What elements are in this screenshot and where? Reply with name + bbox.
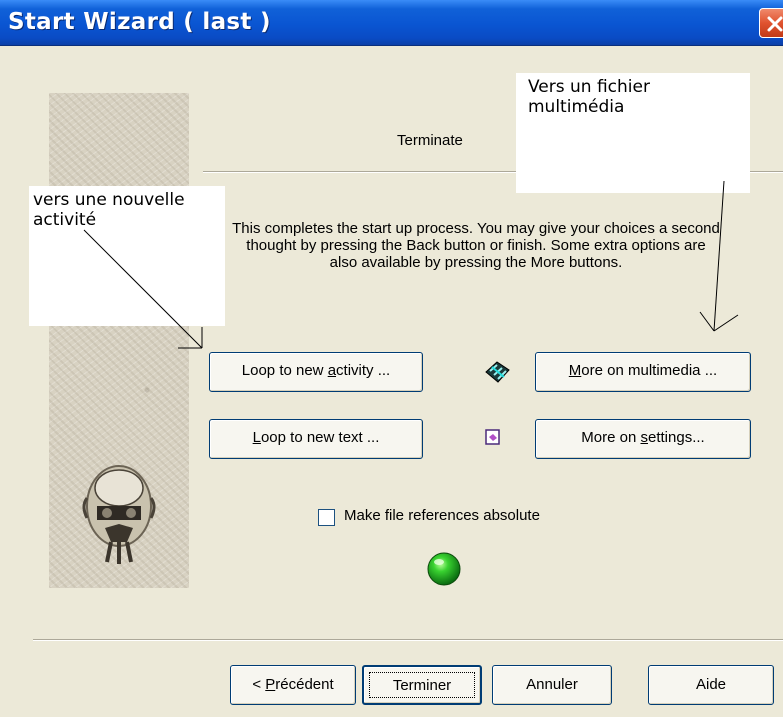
more-on-multimedia-button[interactable]: More on multimedia ... (535, 352, 751, 392)
finish-button[interactable]: Terminer (362, 665, 482, 705)
more-on-settings-button[interactable]: More on settings... (535, 419, 751, 459)
focus-rectangle (369, 672, 475, 698)
multimedia-icon (485, 361, 510, 383)
arrow-to-loop-activity (83, 229, 203, 349)
window-title: Start Wizard ( last ) (8, 9, 271, 35)
cancel-button[interactable]: Annuler (492, 665, 612, 705)
previous-button[interactable]: < Précédent (230, 665, 356, 705)
loop-to-new-activity-button[interactable]: Loop to new activity ... (209, 352, 423, 392)
footer-separator (33, 639, 783, 641)
loop-to-new-text-button[interactable]: Loop to new text ... (209, 419, 423, 459)
help-button[interactable]: Aide (648, 665, 774, 705)
close-button[interactable] (759, 8, 783, 38)
wizard-window: Terminate This completes the start up pr… (0, 46, 783, 717)
green-globe-icon (427, 552, 461, 586)
absolute-references-label: Make file references absolute (344, 507, 540, 524)
absolute-references-checkbox[interactable] (318, 509, 335, 526)
settings-icon (485, 429, 500, 445)
close-icon (767, 16, 783, 32)
arrow-to-multimedia (699, 180, 739, 332)
title-bar: Start Wizard ( last ) (0, 0, 783, 46)
